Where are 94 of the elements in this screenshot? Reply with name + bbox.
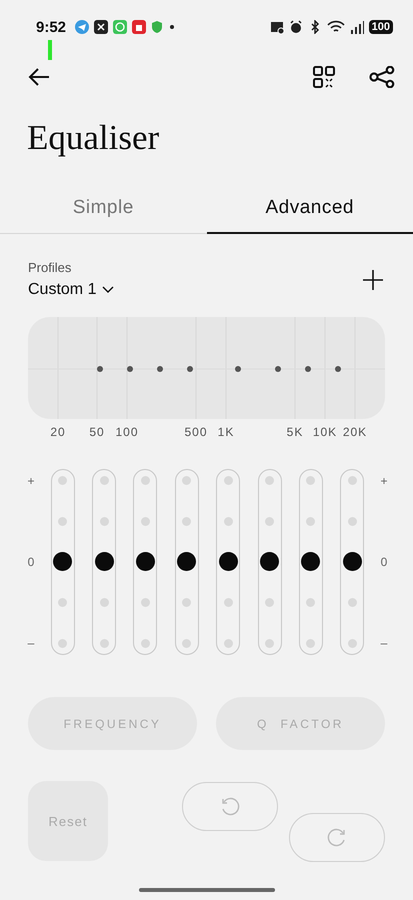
step-dot [265,516,274,526]
undo-icon [220,796,240,816]
step-dot [58,516,68,526]
band-point [187,366,193,372]
recording-indicator [48,40,52,60]
band-slider[interactable] [298,469,323,655]
qr-code-button[interactable] [313,66,335,88]
step-dot [100,639,109,648]
step-dot [265,639,274,648]
step-dot [306,639,316,648]
step-dot [224,598,233,608]
status-time: 9:52 [36,18,66,36]
profile-dropdown[interactable]: Custom 1 [28,281,114,299]
step-dot [306,598,316,608]
slider-thumb[interactable] [218,552,238,571]
step-dot [100,476,109,485]
redo-icon [327,828,347,848]
step-dot [58,476,68,485]
step-dot [58,598,68,608]
step-dot [182,476,192,485]
frequency-label: 50 [89,425,105,439]
band-slider[interactable] [133,469,158,655]
frequency-label: 20 [50,425,66,439]
tab[interactable]: Simple [0,184,206,234]
scale-label: 0 [380,555,388,569]
step-dot [348,598,357,608]
shield-icon [151,20,164,34]
step-dot [100,598,109,608]
frequency-label: 500 [184,425,208,439]
band-point [157,366,163,372]
step-dot [224,516,233,526]
x-icon [94,20,108,34]
bag-icon [132,20,146,34]
chat-icon [113,20,128,34]
frequency-label: 20K [342,425,368,439]
step-dot [224,639,233,648]
slider-thumb[interactable] [342,552,362,571]
step-dot [182,516,192,526]
signal-icon [350,20,364,34]
band-slider[interactable] [92,469,116,655]
band-point [235,366,241,372]
slider-thumb[interactable] [301,552,320,571]
step-dot [265,598,274,608]
band-point [305,366,311,372]
step-dot [265,476,274,485]
frequency-label: 1K [218,425,234,439]
slider-thumb[interactable] [260,552,280,571]
paper-plane-icon [75,20,90,34]
band-slider[interactable] [258,469,282,655]
band-slider[interactable] [216,469,240,655]
slider-thumb[interactable] [53,552,72,571]
scale-label: – [28,636,34,650]
band-point [275,366,281,372]
step-dot [348,639,357,648]
profiles-label: Profiles [28,260,72,275]
step-dot [224,476,233,485]
step-dot [140,598,150,608]
add-button[interactable] [363,270,383,290]
band-point [97,366,103,372]
scale-label: + [380,474,388,488]
frequency-label: 100 [115,425,139,439]
scale-label: 0 [28,555,34,569]
back-button[interactable] [28,67,50,87]
band-slider[interactable] [174,469,199,655]
share-button[interactable] [369,66,395,88]
step-dot [306,476,316,485]
band-slider[interactable] [50,469,75,655]
slider-thumb[interactable] [94,552,114,571]
scale-label: + [27,474,34,488]
band-point [127,366,133,372]
step-dot [306,516,316,526]
band-slider[interactable] [340,469,364,655]
battery-indicator: 100 [368,20,393,34]
page-title: Equaliser [27,117,160,159]
step-dot [100,516,109,526]
step-dot [182,598,192,608]
slider-thumb[interactable] [177,552,196,571]
step-dot [140,476,150,485]
wifi-icon [326,20,345,34]
step-dot [348,476,357,485]
alarm-icon [288,20,303,34]
step-dot [348,516,357,526]
step-dot [140,516,150,526]
chevron-down-icon [102,286,114,294]
message-icon [270,20,284,34]
frequency-label: 5K [286,425,304,439]
frequency-label: 10K [312,425,338,439]
band-point [335,366,341,372]
step-dot [182,639,192,648]
step-dot [140,639,150,648]
step-dot [58,639,68,648]
tab[interactable]: Advanced [206,184,413,234]
scale-label: – [380,636,388,650]
slider-thumb[interactable] [136,552,155,571]
